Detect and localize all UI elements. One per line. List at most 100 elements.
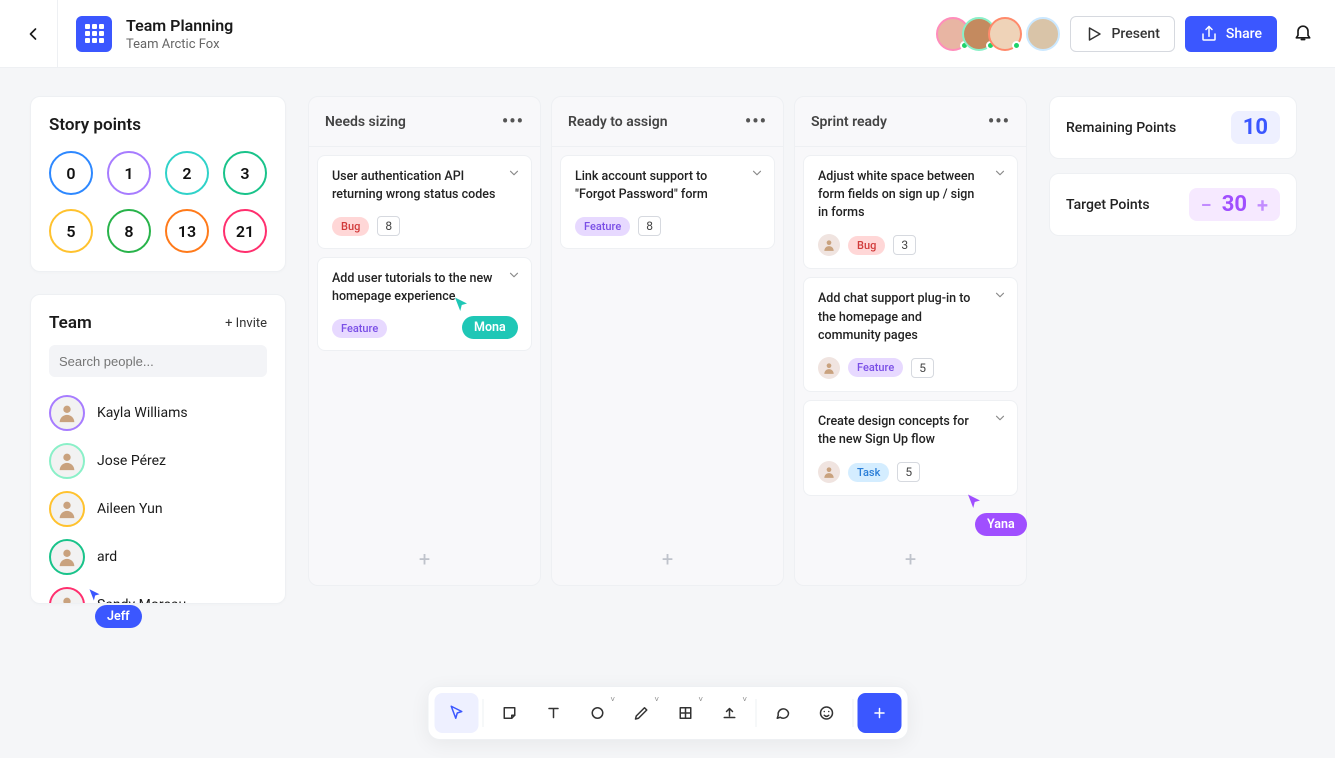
- title-block: Team Planning Team Arctic Fox: [126, 16, 233, 52]
- smiley-icon: [817, 704, 835, 722]
- kanban-board: Needs sizing•••User authentication API r…: [308, 96, 1027, 586]
- add-card-button[interactable]: +: [309, 539, 540, 585]
- upload-icon: [720, 704, 738, 722]
- team-panel: Team + Invite Kayla Williams Jose Pérez Ai…: [30, 294, 286, 604]
- member-name: Jose Pérez: [97, 453, 166, 469]
- app-logo[interactable]: [76, 16, 112, 52]
- story-point-chip[interactable]: 3: [223, 151, 267, 195]
- chevron-down-icon[interactable]: [507, 166, 521, 180]
- avatar: [49, 443, 85, 479]
- column-menu-button[interactable]: •••: [502, 111, 524, 132]
- team-member[interactable]: Aileen Yun: [31, 485, 285, 533]
- card-title: Link account support to "Forgot Password…: [575, 168, 760, 204]
- member-name: ard: [97, 549, 117, 565]
- assignee-avatar: [818, 357, 840, 379]
- plus-icon: [870, 704, 888, 722]
- tool-shape[interactable]: ˅: [575, 693, 619, 733]
- target-plus-button[interactable]: +: [1257, 193, 1268, 217]
- card-badge: Bug: [848, 236, 885, 255]
- assignee-avatar: [818, 461, 840, 483]
- present-label: Present: [1111, 26, 1159, 42]
- target-points-label: Target Points: [1066, 197, 1150, 213]
- board-card[interactable]: Adjust white space between form fields o…: [803, 155, 1018, 269]
- story-point-chip[interactable]: 8: [107, 209, 151, 253]
- comment-icon: [773, 704, 791, 722]
- target-minus-button[interactable]: −: [1201, 193, 1212, 217]
- sticky-note-icon: [500, 704, 518, 722]
- story-point-chip[interactable]: 0: [49, 151, 93, 195]
- team-member[interactable]: ard: [31, 533, 285, 581]
- tool-pen[interactable]: ˅: [619, 693, 663, 733]
- story-point-chip[interactable]: 2: [165, 151, 209, 195]
- present-button[interactable]: Present: [1070, 16, 1174, 52]
- target-points-value: 30: [1222, 192, 1247, 217]
- team-member[interactable]: Jose Pérez: [31, 437, 285, 485]
- column-title: Sprint ready: [811, 114, 887, 130]
- notifications-button[interactable]: [1293, 22, 1313, 46]
- chevron-down-icon[interactable]: [750, 166, 764, 180]
- story-points-title: Story points: [49, 115, 267, 135]
- share-label: Share: [1226, 26, 1262, 42]
- card-badge: Feature: [332, 319, 387, 338]
- grid-icon: [676, 704, 694, 722]
- tool-table[interactable]: ˅: [663, 693, 707, 733]
- story-point-chip[interactable]: 1: [107, 151, 151, 195]
- board-card[interactable]: Create design concepts for the new Sign …: [803, 400, 1018, 496]
- share-icon: [1200, 25, 1218, 43]
- chevron-down-icon[interactable]: [993, 288, 1007, 302]
- canvas[interactable]: Story points 0123581321 Team + Invite Ka…: [0, 68, 1335, 632]
- remaining-points-panel: Remaining Points 10: [1049, 96, 1297, 159]
- tool-sticker[interactable]: [804, 693, 848, 733]
- card-title: Add user tutorials to the new homepage e…: [332, 270, 517, 306]
- chevron-down-icon[interactable]: [993, 166, 1007, 180]
- circle-icon: [588, 704, 606, 722]
- avatar: [49, 539, 85, 575]
- add-card-button[interactable]: +: [795, 539, 1026, 585]
- assignee-avatar: [818, 234, 840, 256]
- team-member[interactable]: Sandy Moreau: [31, 581, 285, 604]
- tool-text[interactable]: [531, 693, 575, 733]
- column-menu-button[interactable]: •••: [745, 111, 767, 132]
- add-card-button[interactable]: +: [552, 539, 783, 585]
- tool-comment[interactable]: [760, 693, 804, 733]
- story-points-panel: Story points 0123 58 13 21: [30, 96, 286, 272]
- board-card[interactable]: Add user tutorials to the new homepage e…: [317, 257, 532, 350]
- remaining-points-value: 10: [1231, 111, 1280, 144]
- tool-add[interactable]: [857, 693, 901, 733]
- bottom-toolbar: ˅ ˅ ˅ ˅: [427, 686, 908, 740]
- story-point-chip[interactable]: 5: [49, 209, 93, 253]
- chevron-down-icon[interactable]: [993, 411, 1007, 425]
- member-name: Kayla Williams: [97, 405, 188, 421]
- card-title: User authentication API returning wrong …: [332, 168, 517, 204]
- board-column: Sprint ready ••• Adjust white space betwee…: [794, 96, 1027, 586]
- member-name: Aileen Yun: [97, 501, 163, 517]
- board-card[interactable]: Add chat support plug-in to the homepage…: [803, 277, 1018, 391]
- column-menu-button[interactable]: •••: [988, 111, 1010, 132]
- board-card[interactable]: User authentication API returning wrong …: [317, 155, 532, 249]
- chevron-down-icon[interactable]: [507, 268, 521, 282]
- team-title: Team: [49, 313, 92, 333]
- tool-sticky[interactable]: [487, 693, 531, 733]
- column-title: Ready to assign: [568, 114, 668, 130]
- top-bar: Team Planning Team Arctic Fox Present Sh…: [0, 0, 1335, 68]
- invite-button[interactable]: + Invite: [225, 316, 267, 331]
- board-card[interactable]: Link account support to "Forgot Password…: [560, 155, 775, 249]
- tool-select[interactable]: [434, 693, 478, 733]
- target-points-control: − 30 +: [1189, 188, 1280, 221]
- share-button[interactable]: Share: [1185, 16, 1277, 52]
- page-title: Team Planning: [126, 16, 233, 35]
- play-icon: [1085, 25, 1103, 43]
- team-search[interactable]: [49, 345, 267, 377]
- tool-upload[interactable]: ˅: [707, 693, 751, 733]
- card-points: 8: [377, 216, 400, 236]
- story-point-chip[interactable]: 13: [165, 209, 209, 253]
- team-member[interactable]: Kayla Williams: [31, 389, 285, 437]
- card-points: 5: [897, 462, 920, 482]
- pointer-icon: [447, 704, 465, 722]
- story-point-chip[interactable]: 21: [223, 209, 267, 253]
- presence-avatars[interactable]: [944, 17, 1060, 51]
- avatar: [49, 491, 85, 527]
- back-button[interactable]: [8, 0, 58, 68]
- card-badge: Task: [848, 463, 889, 482]
- search-input[interactable]: [59, 354, 257, 369]
